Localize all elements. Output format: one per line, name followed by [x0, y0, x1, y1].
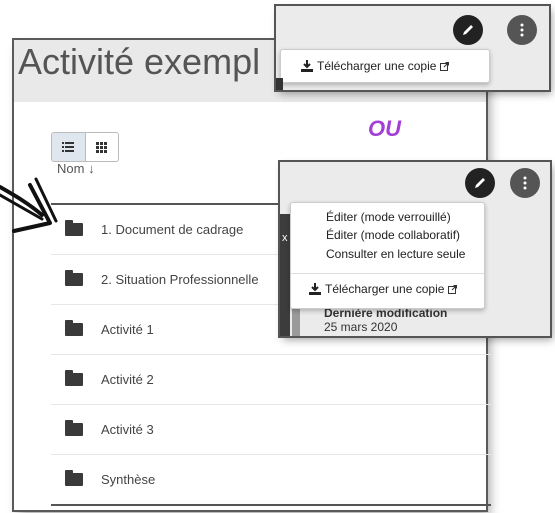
list-view-button[interactable] [52, 133, 86, 161]
toolbar-popup-simple: Télécharger une copie [276, 6, 549, 90]
edit-button[interactable] [453, 15, 483, 45]
vertical-dots-icon [523, 176, 527, 190]
external-link-icon [448, 284, 458, 294]
or-label: OU [368, 116, 401, 141]
download-icon [301, 60, 313, 72]
toolbar-popup-menu: x Dernière modification 25 mars 2020 Édi… [280, 162, 550, 336]
dropdown-menu: Éditer (mode verrouillé) Éditer (mode co… [290, 202, 485, 309]
folder-icon [65, 220, 83, 236]
download-copy-item[interactable]: Télécharger une copie [301, 59, 450, 73]
list-item-label: Synthèse [101, 472, 156, 487]
list-item-label: 1. Document de cadrage [101, 222, 244, 237]
folder-icon [65, 370, 83, 386]
hand-drawn-arrow [0, 177, 58, 233]
download-copy-label: Télécharger une copie [317, 59, 437, 73]
list-item[interactable]: Activité 2 [51, 355, 491, 405]
edit-collaborative-item[interactable]: Éditer (mode collaboratif) [326, 228, 460, 242]
list-item-label: Activité 2 [101, 372, 154, 387]
grid-icon [96, 141, 108, 153]
download-copy-item[interactable]: Télécharger une copie [309, 282, 458, 296]
list-item-label: Activité 3 [101, 422, 154, 437]
more-options-button[interactable] [507, 15, 537, 45]
download-icon [309, 283, 321, 295]
folder-icon [65, 320, 83, 336]
edit-locked-item[interactable]: Éditer (mode verrouillé) [326, 210, 451, 224]
vertical-dots-icon [520, 23, 524, 37]
menu-divider [291, 273, 484, 274]
list-item[interactable]: Activité 3 [51, 405, 491, 455]
sort-by-name[interactable]: Nom ↓ [57, 161, 95, 176]
list-item[interactable]: Synthèse [51, 455, 491, 506]
sort-arrow-icon: ↓ [88, 161, 95, 176]
folder-icon [65, 420, 83, 436]
external-link-icon [440, 61, 450, 71]
edit-button[interactable] [465, 168, 495, 198]
more-options-button[interactable] [510, 168, 540, 198]
view-toggle [51, 132, 119, 162]
dropdown-menu: Télécharger une copie [280, 49, 490, 83]
pencil-icon [475, 178, 485, 188]
side-panel-close-icon[interactable]: x [282, 232, 288, 244]
list-icon [62, 142, 75, 152]
side-panel-handle[interactable] [276, 78, 283, 90]
last-modified-date: 25 mars 2020 [324, 320, 398, 334]
list-item-label: Activité 1 [101, 322, 154, 337]
list-item-label: 2. Situation Professionnelle [101, 272, 259, 287]
page-title: Activité exempl [18, 41, 261, 82]
grid-view-button[interactable] [86, 133, 119, 161]
folder-icon [65, 270, 83, 286]
folder-icon [65, 470, 83, 486]
download-copy-label: Télécharger une copie [325, 282, 445, 296]
read-only-item[interactable]: Consulter en lecture seule [326, 247, 465, 261]
pencil-icon [463, 25, 473, 35]
